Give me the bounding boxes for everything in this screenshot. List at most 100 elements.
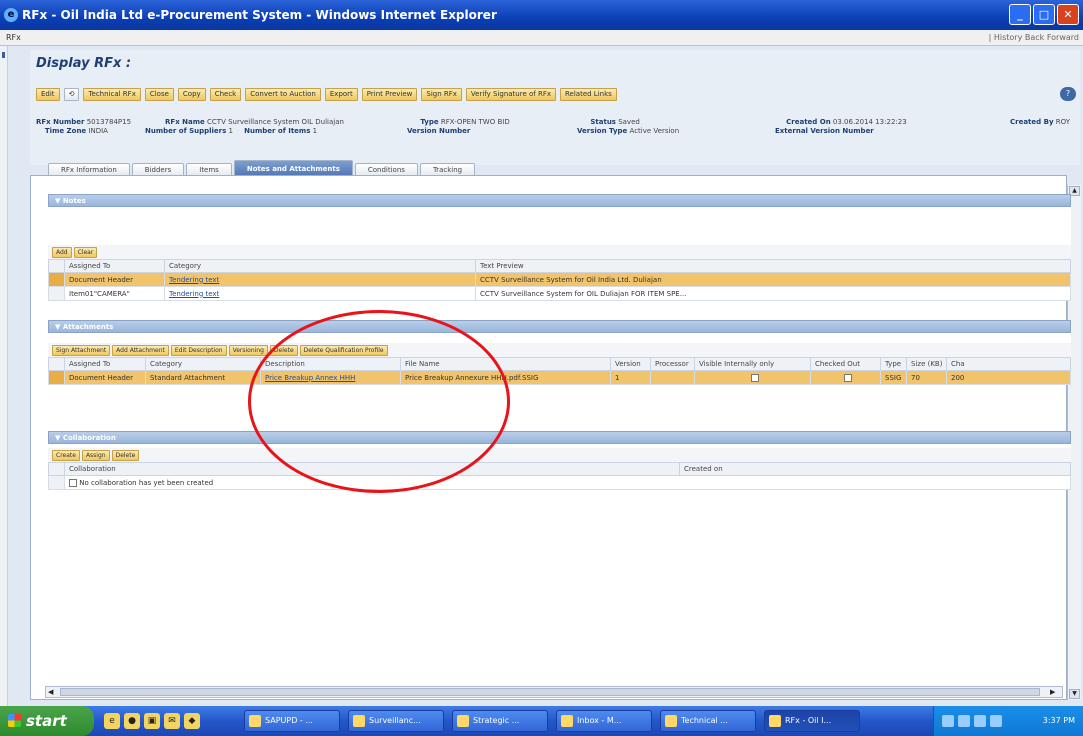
refresh-icon[interactable]: ⟲ [63,88,80,101]
table-row[interactable]: Document Header Standard Attachment Pric… [48,370,1071,385]
start-button[interactable]: start [0,706,94,736]
assign-collaboration-button[interactable]: Assign [81,450,110,461]
delete-attachment-button[interactable]: Delete [269,345,298,356]
task-inbox[interactable]: Inbox - M... [556,710,652,732]
notes-toolbar: Add Clear [48,245,1071,259]
time-zone: INDIA [88,127,108,135]
rfx-header: Display RFx : Edit ⟲ Technical RFx Close… [30,50,1080,177]
help-icon[interactable]: ? [1060,87,1076,101]
window-title: RFx - Oil India Ltd e-Procurement System… [22,8,497,22]
info-col-2: RFx Name CCTV Surveillance System OIL Du… [145,118,344,135]
attachments-table: Assigned To Category Description File Na… [48,357,1071,385]
visible-internally-checkbox[interactable] [750,373,759,382]
close-rfx-button[interactable]: Close [144,88,174,101]
windows-flag-icon [8,714,21,727]
mail-icon [561,715,573,727]
attachments-section: ▼ Attachments Sign Attachment Add Attach… [48,320,1071,385]
clock[interactable]: 3:37 PM [1043,716,1075,725]
info-col-6: Created By ROY [1010,118,1071,126]
attachments-header[interactable]: ▼ Attachments [48,320,1071,333]
add-attachment-button[interactable]: Add Attachment [112,345,169,356]
versioning-button[interactable]: Versioning [228,345,268,356]
related-links-button[interactable]: Related Links [560,88,617,101]
security-icon[interactable] [958,715,970,727]
sign-rfx-button[interactable]: Sign RFx [421,88,462,101]
collaboration-header[interactable]: ▼ Collaboration [48,431,1071,444]
table-row[interactable]: Document Header Tendering text CCTV Surv… [48,272,1071,287]
rfx-type: RFX-OPEN TWO BID [440,118,510,126]
info-col-4: Status Saved Version Type Active Version [577,118,680,135]
table-row[interactable]: Item01"CAMERA" Tendering text CCTV Surve… [48,286,1071,301]
task-technical[interactable]: Technical ... [660,710,756,732]
taskbar: start e ● ▣ ✉ ◆ SAPUPD - ... Surveillanc… [0,706,1083,736]
info-icon [69,478,77,487]
category-link[interactable]: Tendering text [169,290,219,298]
info-col-3: Type RFX-OPEN TWO BID Version Number [407,118,510,135]
system-tray: 3:37 PM [933,706,1083,736]
clear-note-button[interactable]: Clear [73,247,98,258]
info-col-5: Created On 03.06.2014 13:22:23 External … [775,118,907,135]
ie-icon [457,715,469,727]
print-preview-button[interactable]: Print Preview [361,88,418,101]
scroll-thumb[interactable] [60,688,1040,696]
checked-out-checkbox[interactable] [843,373,852,382]
add-note-button[interactable]: Add [52,247,72,258]
scroll-left-icon[interactable]: ◀ [48,687,58,697]
edit-button[interactable]: Edit [36,88,60,101]
ie-launch-icon[interactable]: e [104,713,120,729]
scroll-down-icon[interactable]: ▼ [1069,689,1080,699]
ie-icon: e [4,8,18,22]
technical-rfx-button[interactable]: Technical RFx [83,88,141,101]
menu-bar: RFx | History Back Forward [0,30,1083,46]
sign-attachment-button[interactable]: Sign Attachment [52,345,111,356]
notes-table: Assigned To Category Text Preview Docume… [48,259,1071,301]
main-toolbar: Edit ⟲ Technical RFx Close Copy Check Co… [36,88,617,101]
document-icon [665,715,677,727]
category-link[interactable]: Tendering text [169,276,219,284]
collaboration-toolbar: Create Assign Delete [48,448,1071,462]
window-icon [249,715,261,727]
description-link[interactable]: Price Breakup Annex HHH [265,374,355,382]
scroll-right-icon[interactable]: ▶ [1050,687,1060,697]
maximize-button[interactable]: □ [1033,4,1055,25]
task-sapupd[interactable]: SAPUPD - ... [244,710,340,732]
history-nav[interactable]: | History Back Forward [989,30,1079,46]
table-row: No collaboration has yet been created [48,475,1071,490]
close-button[interactable]: ✕ [1057,4,1079,25]
update-icon[interactable] [990,715,1002,727]
export-button[interactable]: Export [324,88,358,101]
network-icon[interactable] [942,715,954,727]
delete-qualification-profile-button[interactable]: Delete Qualification Profile [299,345,388,356]
delete-collaboration-button[interactable]: Delete [111,450,140,461]
folder-icon [353,715,365,727]
collaboration-section: ▼ Collaboration Create Assign Delete Col… [48,431,1071,490]
convert-to-auction-button[interactable]: Convert to Auction [245,88,321,101]
window-titlebar: e RFx - Oil India Ltd e-Procurement Syst… [0,0,1083,30]
create-collaboration-button[interactable]: Create [52,450,80,461]
check-button[interactable]: Check [209,88,242,101]
horizontal-scrollbar[interactable]: ◀ ▶ [45,686,1063,698]
media-launch-icon[interactable]: ● [124,713,140,729]
volume-icon[interactable] [974,715,986,727]
task-strategic[interactable]: Strategic ... [452,710,548,732]
menu-rfx[interactable]: RFx [6,33,21,42]
info-col-1: RFx Number 5013784P15 Time Zone INDIA [36,118,132,135]
outlook-launch-icon[interactable]: ✉ [164,713,180,729]
verify-signature-button[interactable]: Verify Signature of RFx [465,88,556,101]
left-strip [0,46,8,706]
expand-icon[interactable] [2,52,5,58]
attachments-toolbar: Sign Attachment Add Attachment Edit Desc… [48,343,1071,357]
folder-launch-icon[interactable]: ▣ [144,713,160,729]
notes-header[interactable]: ▼ Notes [48,194,1071,207]
task-rfx[interactable]: RFx - Oil I... [764,710,860,732]
minimize-button[interactable]: _ [1009,4,1031,25]
rfx-status: Saved [618,118,640,126]
rfx-number: 5013784P15 [86,118,132,126]
copy-button[interactable]: Copy [177,88,206,101]
task-surveillance[interactable]: Surveillanc... [348,710,444,732]
edit-description-button[interactable]: Edit Description [170,345,227,356]
ie-icon [769,715,781,727]
misc-launch-icon[interactable]: ◆ [184,713,200,729]
collaboration-table: Collaboration Created on No collaboratio… [48,462,1071,490]
rfx-name: CCTV Surveillance System OIL Duliajan [207,118,344,126]
